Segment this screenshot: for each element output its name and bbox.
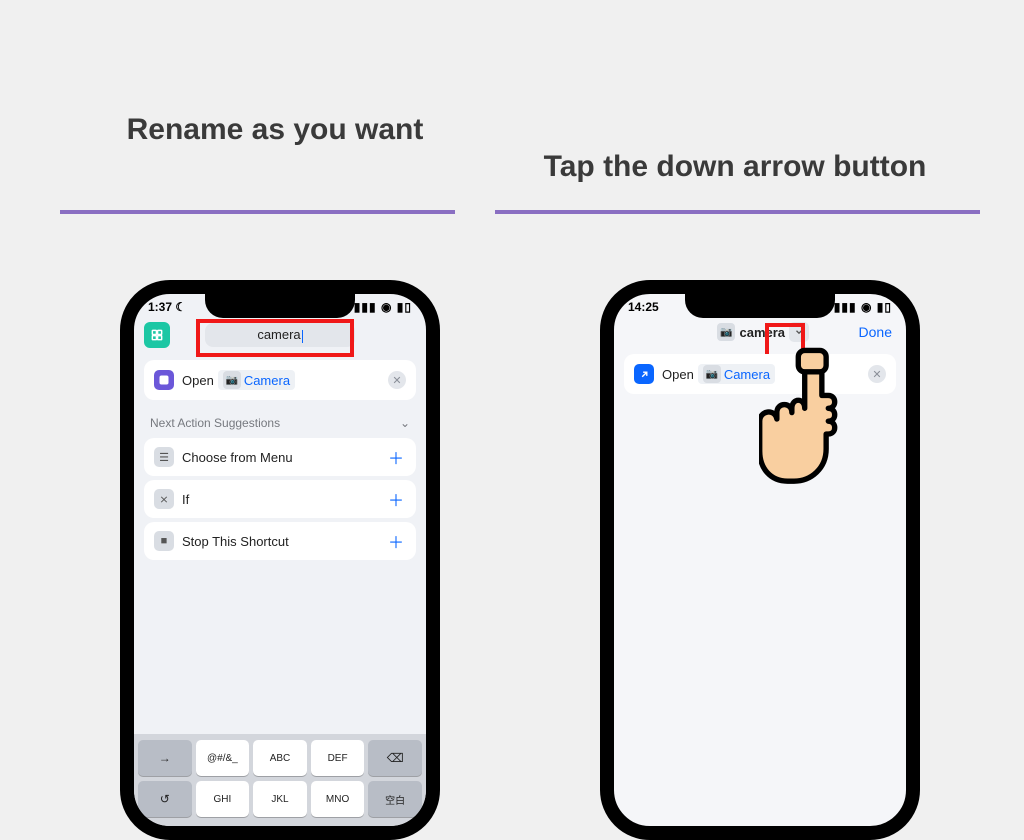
- underline-left: [60, 210, 455, 214]
- signal-icon: ▮▮▮: [354, 300, 377, 314]
- caption-right: Tap the down arrow button: [520, 150, 950, 184]
- key-abc[interactable]: ABC: [253, 740, 307, 776]
- caption-left: Rename as you want: [60, 110, 490, 149]
- key-backspace[interactable]: ⌫: [368, 740, 422, 776]
- phone-mock-left: 1:37 ☾ ▮▮▮ ◉ ▮▯ camera Open 📷 Camera ✕ N…: [120, 280, 440, 840]
- key-ghi[interactable]: GHI: [196, 781, 250, 817]
- status-time: 14:25: [628, 300, 659, 314]
- wifi-icon: ◉: [861, 300, 872, 314]
- keyboard[interactable]: → @#/&_ ABC DEF ⌫ ↺ GHI JKL MNO 空白: [134, 734, 426, 826]
- suggestion-if[interactable]: ⨯ If ＋: [144, 480, 416, 518]
- add-suggestion-button[interactable]: ＋: [388, 487, 404, 511]
- action-verb: Open: [662, 367, 694, 382]
- underline-right: [495, 210, 980, 214]
- camera-icon: 📷: [717, 323, 735, 341]
- notch: [205, 292, 355, 318]
- open-app-icon: [634, 364, 654, 384]
- add-suggestion-button[interactable]: ＋: [388, 445, 404, 469]
- key-undo[interactable]: ↺: [138, 781, 192, 817]
- status-time: 1:37 ☾: [148, 300, 186, 314]
- status-indicators: ▮▮▮ ◉ ▮▯: [834, 300, 892, 314]
- text-cursor: [302, 330, 303, 343]
- key-space[interactable]: 空白: [368, 781, 422, 817]
- action-open-app[interactable]: Open 📷 Camera ✕: [144, 360, 416, 400]
- moon-icon: ☾: [175, 300, 186, 314]
- camera-icon: 📷: [223, 371, 241, 389]
- pointing-hand-illustration: [759, 344, 889, 494]
- action-verb: Open: [182, 373, 214, 388]
- add-suggestion-button[interactable]: ＋: [388, 529, 404, 553]
- key-mno[interactable]: MNO: [311, 781, 365, 817]
- phone-mock-right: 14:25 ▮▮▮ ◉ ▮▯ 📷 camera Done Open 📷 Came…: [600, 280, 920, 840]
- status-indicators: ▮▮▮ ◉ ▮▯: [354, 300, 412, 314]
- notch: [685, 292, 835, 318]
- stop-icon: ■: [154, 531, 174, 551]
- key-def[interactable]: DEF: [311, 740, 365, 776]
- title-bar: camera: [134, 316, 426, 354]
- suggestion-stop[interactable]: ■ Stop This Shortcut ＋: [144, 522, 416, 560]
- suggestion-choose-from-menu[interactable]: ☰ Choose from Menu ＋: [144, 438, 416, 476]
- if-icon: ⨯: [154, 489, 174, 509]
- shortcut-name-label: camera: [739, 325, 785, 340]
- open-app-icon: [154, 370, 174, 390]
- shortcut-icon[interactable]: [144, 322, 170, 348]
- key-tab[interactable]: →: [138, 740, 192, 776]
- key-jkl[interactable]: JKL: [253, 781, 307, 817]
- battery-icon: ▮▯: [877, 300, 892, 314]
- shortcut-name-input[interactable]: camera: [205, 323, 355, 346]
- wifi-icon: ◉: [381, 300, 392, 314]
- chevron-down-icon[interactable]: ⌄: [400, 416, 410, 430]
- suggestions-header: Next Action Suggestions ⌄: [134, 406, 426, 434]
- menu-icon: ☰: [154, 447, 174, 467]
- key-symbols[interactable]: @#/&_: [196, 740, 250, 776]
- done-button[interactable]: Done: [859, 324, 892, 340]
- signal-icon: ▮▮▮: [834, 300, 857, 314]
- app-chip-camera[interactable]: 📷 Camera: [218, 370, 295, 390]
- title-options-button[interactable]: [789, 322, 809, 342]
- battery-icon: ▮▯: [397, 300, 412, 314]
- camera-icon: 📷: [703, 365, 721, 383]
- remove-action-button[interactable]: ✕: [388, 371, 406, 389]
